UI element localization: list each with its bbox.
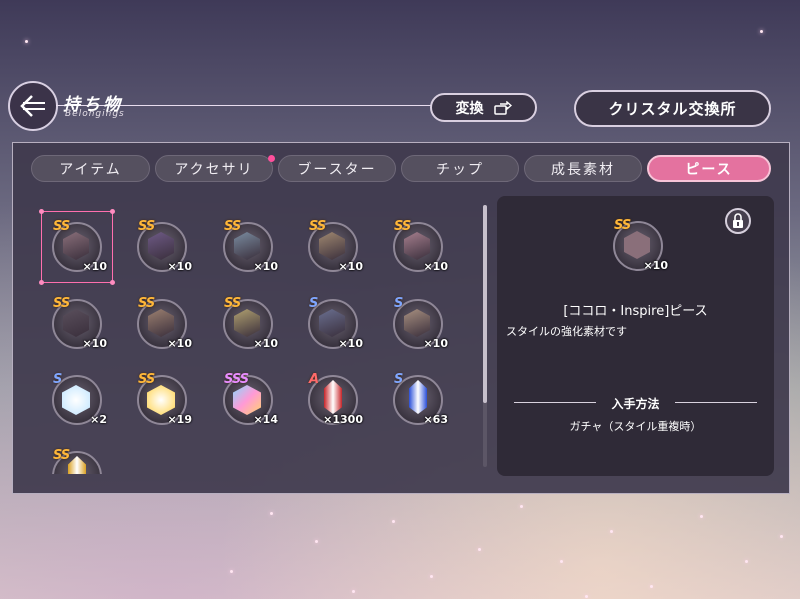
inventory-item[interactable]: SSS ×14	[216, 368, 280, 432]
rank-label: A	[309, 372, 319, 387]
rank-label: SS	[138, 296, 155, 311]
item-count: ×1300	[323, 413, 363, 426]
item-count: ×10	[253, 337, 278, 350]
category-tabs: アイテム アクセサリ ブースター チップ 成長素材 ピース	[31, 155, 771, 183]
exchange-button[interactable]: 変換	[430, 93, 537, 122]
how-to-obtain-value: ガチャ（スタイル重複時）	[569, 420, 702, 433]
inventory-item[interactable]: S ×10	[301, 292, 365, 356]
exchange-icon	[493, 100, 512, 115]
rank-label: SS	[309, 219, 326, 234]
item-count: ×10	[167, 337, 192, 350]
inventory-item[interactable]: SS ×19	[130, 368, 194, 432]
item-scrollbar[interactable]	[483, 205, 487, 467]
item-count: ×19	[167, 413, 192, 426]
tab-pieces[interactable]: ピース	[647, 155, 771, 182]
rank-label: SS	[53, 448, 70, 463]
back-button[interactable]	[8, 81, 58, 131]
tab-items[interactable]: アイテム	[31, 155, 150, 182]
tab-chips[interactable]: チップ	[401, 155, 519, 182]
detail-count: ×10	[643, 259, 668, 272]
item-count: ×63	[423, 413, 448, 426]
rank-label: S	[394, 296, 403, 311]
item-count: ×2	[90, 413, 107, 426]
inventory-item[interactable]: A ×1300	[301, 368, 365, 432]
inventory-item[interactable]: SS ×10	[386, 215, 450, 279]
rank-label: SS	[394, 219, 411, 234]
rank-label: SS	[224, 219, 241, 234]
lock-button[interactable]	[725, 208, 751, 234]
item-count: ×10	[82, 337, 107, 350]
inventory-item[interactable]: S ×10	[386, 292, 450, 356]
detail-item-icon: SS ×10	[606, 214, 670, 278]
inventory-item[interactable]: SS ×10	[130, 215, 194, 279]
page-subtitle: Belongings	[65, 109, 125, 119]
rank-label: S	[394, 372, 403, 387]
item-count: ×10	[423, 260, 448, 273]
inventory-item[interactable]: SS ×10	[216, 292, 280, 356]
rank-label: SS	[138, 219, 155, 234]
inventory-item[interactable]: S ×63	[386, 368, 450, 432]
how-to-obtain-title: 入手方法	[611, 397, 660, 411]
item-count: ×10	[253, 260, 278, 273]
rank-label: SSS	[224, 372, 249, 387]
item-count: ×10	[167, 260, 192, 273]
exchange-label: 変換	[455, 100, 484, 117]
back-arrow-icon	[20, 95, 45, 117]
tab-growth-materials[interactable]: 成長素材	[524, 155, 642, 182]
item-count: ×10	[423, 337, 448, 350]
item-count: ×10	[338, 337, 363, 350]
detail-description: スタイルの強化素材です	[506, 325, 627, 338]
inventory-item[interactable]: SS ×10	[45, 292, 109, 356]
item-count: ×14	[253, 413, 278, 426]
rank-label: S	[53, 372, 62, 387]
rank-label: S	[309, 296, 318, 311]
inventory-item[interactable]: SS ×10	[130, 292, 194, 356]
inventory-item[interactable]: SS ×10	[216, 215, 280, 279]
new-badge	[268, 155, 275, 162]
inventory-item[interactable]: SS	[45, 444, 109, 474]
tab-boosters[interactable]: ブースター	[278, 155, 396, 182]
tab-accessories[interactable]: アクセサリ	[155, 155, 273, 182]
scroll-thumb[interactable]	[483, 205, 487, 403]
lock-icon	[733, 213, 743, 228]
inventory-item[interactable]: S ×2	[45, 368, 109, 432]
crystal-exchange-button[interactable]: クリスタル交換所	[574, 90, 771, 127]
item-count: ×10	[338, 260, 363, 273]
detail-rank: SS	[614, 218, 631, 233]
rank-label: SS	[224, 296, 241, 311]
selection-frame	[39, 209, 115, 285]
rank-label: SS	[53, 296, 70, 311]
inventory-item[interactable]: SS ×10	[301, 215, 365, 279]
rank-label: SS	[138, 372, 155, 387]
detail-item-name: [ココロ・Inspire]ピース	[563, 304, 708, 319]
